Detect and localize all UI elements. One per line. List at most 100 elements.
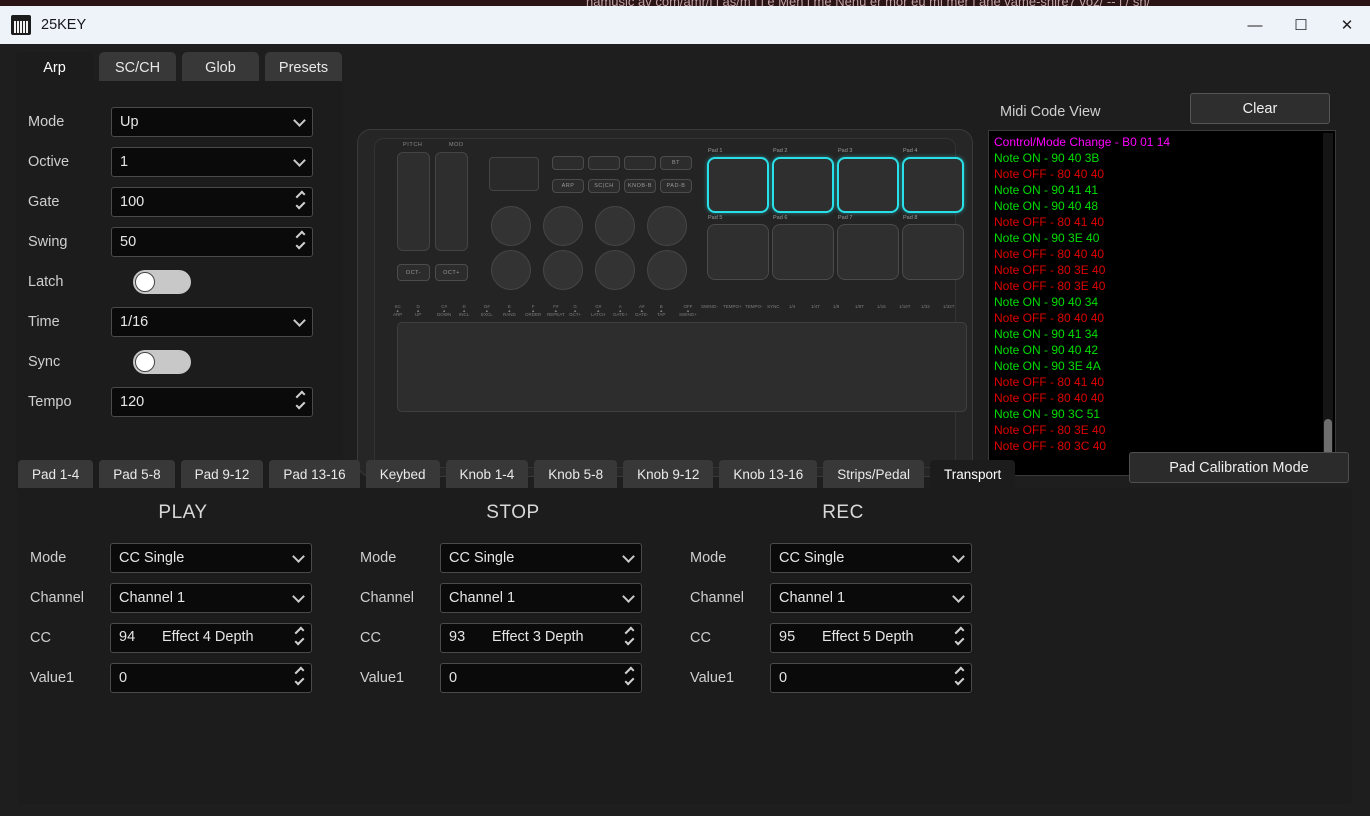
- legend-function: TEMPO+: [723, 304, 742, 309]
- mode-button-top-2[interactable]: [588, 156, 620, 170]
- stepper-arrows-icon[interactable]: [294, 666, 305, 686]
- bottom-tab-transport[interactable]: Transport: [930, 460, 1016, 488]
- knob-7[interactable]: [595, 250, 635, 290]
- mod-strip[interactable]: [435, 152, 468, 251]
- rec-mode-label: Mode: [690, 550, 727, 566]
- rec-cc-stepper[interactable]: 95 Effect 5 Depth: [770, 623, 972, 653]
- stepper-arrows-icon[interactable]: [295, 230, 306, 250]
- arp-row-mode: Mode Up: [16, 105, 343, 139]
- legend-function: 1/8: [833, 304, 840, 309]
- arp-swing-label: Swing: [28, 234, 68, 250]
- arp-mode-select[interactable]: Up: [111, 107, 313, 137]
- bt-button[interactable]: BT: [660, 156, 692, 170]
- bottom-tab-pad-5-8[interactable]: Pad 5-8: [99, 460, 175, 488]
- pad-2[interactable]: [772, 157, 834, 213]
- arp-sync-toggle[interactable]: [133, 350, 191, 374]
- pad-7[interactable]: [837, 224, 899, 280]
- arp-swing-stepper[interactable]: 50: [111, 227, 313, 257]
- play-mode-select[interactable]: CC Single: [110, 543, 312, 573]
- arp-gate-stepper[interactable]: 100: [111, 187, 313, 217]
- bottom-tab-pad-13-16[interactable]: Pad 13-16: [269, 460, 360, 488]
- play-channel-select[interactable]: Channel 1: [110, 583, 312, 613]
- arp-time-select[interactable]: 1/16: [111, 307, 313, 337]
- stepper-arrows-icon[interactable]: [624, 666, 635, 686]
- keybed-graphic[interactable]: [397, 322, 967, 412]
- oct-down-button[interactable]: OCT-: [397, 264, 430, 281]
- rec-channel-select[interactable]: Channel 1: [770, 583, 972, 613]
- stepper-arrows-icon[interactable]: [624, 626, 635, 646]
- knob-1[interactable]: [491, 206, 531, 246]
- bottom-tab-knob-5-8[interactable]: Knob 5-8: [534, 460, 618, 488]
- arp-button[interactable]: ARP: [552, 179, 584, 193]
- legend-function: UP: [415, 312, 422, 317]
- stepper-arrows-icon[interactable]: [295, 390, 306, 410]
- bottom-tab-knob-9-12[interactable]: Knob 9-12: [623, 460, 714, 488]
- legend-item: 1/4T: [811, 304, 820, 309]
- knob-b-button[interactable]: KNOB-B: [624, 179, 656, 193]
- midi-code-view[interactable]: Control/Mode Change - B0 01 14 Note ON - …: [988, 130, 1336, 476]
- pad-3[interactable]: [837, 157, 899, 213]
- bottom-tab-pad-1-4[interactable]: Pad 1-4: [18, 460, 94, 488]
- stepper-arrows-icon[interactable]: [294, 626, 305, 646]
- bottom-tab-knob-13-16[interactable]: Knob 13-16: [719, 460, 818, 488]
- oct-up-button[interactable]: OCT+: [435, 264, 468, 281]
- bottom-tab-knob-1-4[interactable]: Knob 1-4: [445, 460, 529, 488]
- knob-2[interactable]: [543, 206, 583, 246]
- piano-keys-icon: [11, 15, 31, 35]
- stop-mode-select[interactable]: CC Single: [440, 543, 642, 573]
- rec-value1-stepper[interactable]: 0: [770, 663, 972, 693]
- knob-6[interactable]: [543, 250, 583, 290]
- stepper-arrows-icon[interactable]: [954, 666, 965, 686]
- arp-octive-select[interactable]: 1: [111, 147, 313, 177]
- arp-tempo-stepper[interactable]: 120: [111, 387, 313, 417]
- sc-ch-button[interactable]: SC|CH: [588, 179, 620, 193]
- midi-log-line: Note ON - 90 3E 40: [994, 231, 1100, 245]
- pad-4[interactable]: [902, 157, 964, 213]
- arp-row-latch: Latch: [16, 265, 343, 299]
- transport-section-title: PLAY: [158, 502, 208, 523]
- midi-log-line: Note ON - 90 3C 51: [994, 407, 1101, 421]
- midi-scrollbar[interactable]: [1323, 133, 1333, 475]
- clear-button[interactable]: Clear: [1190, 93, 1330, 124]
- app-body: Arp SC/CH Glob Presets Mode Up Octive 1 …: [0, 44, 1370, 816]
- knob-3[interactable]: [595, 206, 635, 246]
- midi-log-line: Note OFF - 80 3E 40: [994, 263, 1106, 277]
- arp-sync-label: Sync: [28, 354, 61, 370]
- minimize-icon[interactable]: —: [1232, 6, 1278, 44]
- pad-calibration-mode-button[interactable]: Pad Calibration Mode: [1129, 452, 1349, 483]
- mode-button-top-1[interactable]: [552, 156, 584, 170]
- legend-item: 1/8: [833, 304, 839, 309]
- play-value1-stepper-value: 0: [110, 663, 312, 693]
- stop-channel-select[interactable]: Channel 1: [440, 583, 642, 613]
- play-cc-stepper[interactable]: 94 Effect 4 Depth: [110, 623, 312, 653]
- pad-8-label: Pad 8: [903, 215, 918, 221]
- stepper-arrows-icon[interactable]: [954, 626, 965, 646]
- bottom-tab-keybed[interactable]: Keybed: [365, 460, 440, 488]
- pad-b-button[interactable]: PAD-B: [660, 179, 692, 193]
- bottom-tab-strips-pedal[interactable]: Strips/Pedal: [823, 460, 925, 488]
- knob-4[interactable]: [647, 206, 687, 246]
- pad-8[interactable]: [902, 224, 964, 280]
- pad-1[interactable]: [707, 157, 769, 213]
- legend-item: E ▲ RAND: [503, 304, 516, 317]
- knob-5[interactable]: [491, 250, 531, 290]
- knob-8[interactable]: [647, 250, 687, 290]
- stop-value1-stepper[interactable]: 0: [440, 663, 642, 693]
- stop-cc-stepper[interactable]: 93 Effect 3 Depth: [440, 623, 642, 653]
- pad-6[interactable]: [772, 224, 834, 280]
- play-value1-stepper[interactable]: 0: [110, 663, 312, 693]
- stop-mode-row: Mode CC Single: [348, 538, 678, 578]
- stepper-arrows-icon[interactable]: [295, 190, 306, 210]
- pitch-strip[interactable]: [397, 152, 430, 251]
- arp-latch-toggle[interactable]: [133, 270, 191, 294]
- pitch-label: PITCH: [403, 142, 423, 148]
- midi-log-line: Note OFF - 80 3E 40: [994, 279, 1106, 293]
- maximize-icon[interactable]: ☐: [1278, 6, 1324, 44]
- play-cc-stepper-name: Effect 4 Depth: [162, 629, 254, 645]
- arp-latch-toggle-wrap: [111, 267, 313, 297]
- rec-mode-select[interactable]: CC Single: [770, 543, 972, 573]
- close-icon[interactable]: ✕: [1324, 6, 1370, 44]
- bottom-tab-pad-9-12[interactable]: Pad 9-12: [180, 460, 264, 488]
- pad-5[interactable]: [707, 224, 769, 280]
- mode-button-top-3[interactable]: [624, 156, 656, 170]
